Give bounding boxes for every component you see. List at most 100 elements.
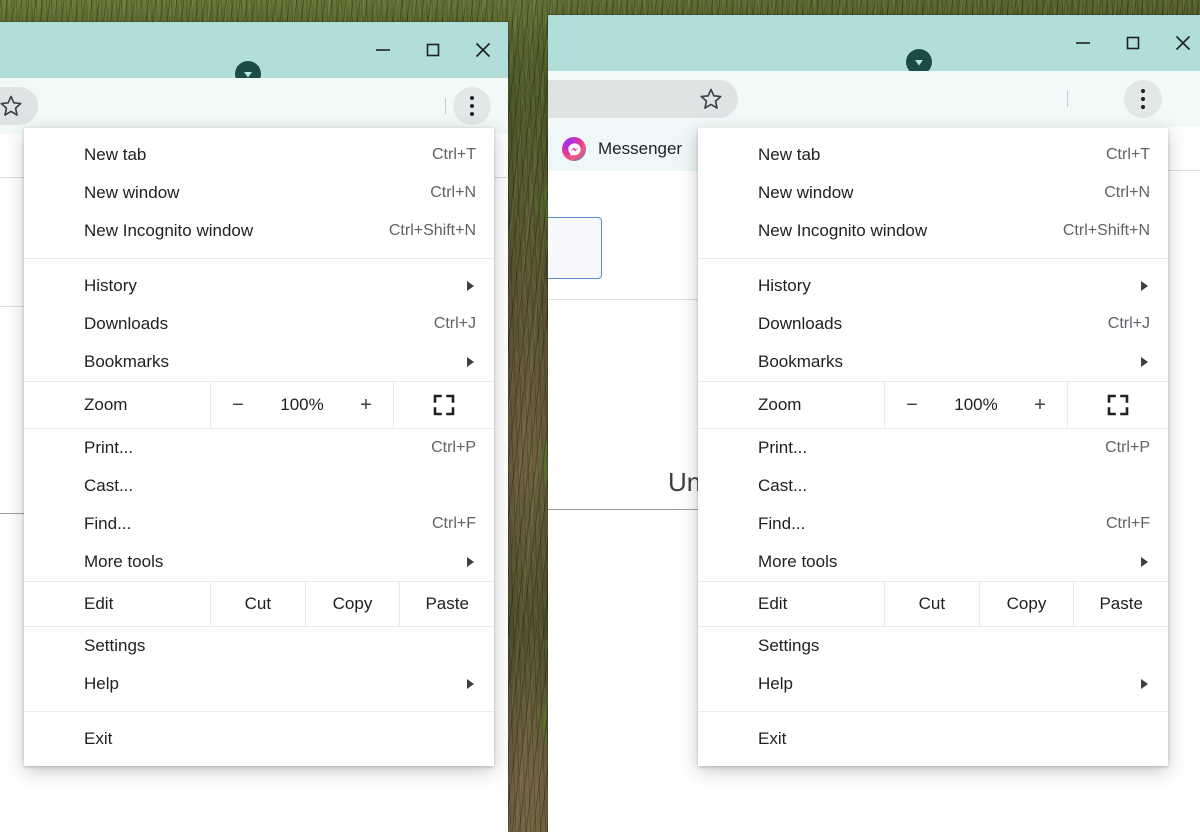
- menu-item-settings[interactable]: Settings: [698, 627, 1168, 665]
- menu-item-shortcut: Ctrl+Shift+N: [1063, 222, 1150, 240]
- close-icon[interactable]: [1158, 15, 1200, 71]
- menu-item-shortcut: Ctrl+J: [434, 315, 476, 333]
- cut-button[interactable]: Cut: [210, 582, 305, 626]
- address-bar-right[interactable]: [548, 80, 738, 118]
- menu-item-label: Bookmarks: [758, 352, 1141, 372]
- page-heading-right: Un: [668, 467, 701, 498]
- menu-item-print[interactable]: Print... Ctrl+P: [698, 429, 1168, 467]
- zoom-row[interactable]: Zoom − 100% +: [698, 381, 1168, 429]
- zoom-label: Zoom: [24, 382, 210, 428]
- toolbar-divider: [1067, 91, 1068, 107]
- menu-item-downloads[interactable]: Downloads Ctrl+J: [698, 305, 1168, 343]
- menu-item-label: Help: [758, 674, 1141, 694]
- menu-item-shortcut: Ctrl+N: [430, 184, 476, 202]
- minimize-icon[interactable]: [358, 22, 408, 78]
- fullscreen-icon[interactable]: [394, 382, 494, 428]
- menu-item-help[interactable]: Help: [698, 665, 1168, 703]
- menu-item-find[interactable]: Find... Ctrl+F: [24, 505, 494, 543]
- copy-button[interactable]: Copy: [979, 582, 1074, 626]
- site-tile-right[interactable]: [548, 217, 602, 279]
- menu-item-new-tab[interactable]: New tab Ctrl+T: [24, 136, 494, 174]
- menu-item-shortcut: Ctrl+T: [1106, 146, 1150, 164]
- messenger-icon: [562, 137, 586, 161]
- paste-button[interactable]: Paste: [399, 582, 494, 626]
- menu-item-more-tools[interactable]: More tools: [24, 543, 494, 581]
- address-bar-left[interactable]: [0, 87, 38, 125]
- tab-item-right[interactable]: Messenger: [548, 127, 700, 171]
- menu-item-bookmarks[interactable]: Bookmarks: [698, 343, 1168, 381]
- zoom-in-button[interactable]: +: [355, 395, 377, 415]
- zoom-out-button[interactable]: −: [227, 395, 249, 415]
- star-icon[interactable]: [698, 86, 724, 112]
- title-bar-right[interactable]: [548, 15, 1200, 71]
- menu-item-label: New window: [758, 183, 1104, 203]
- three-dot-menu-icon[interactable]: [453, 87, 491, 125]
- chevron-right-icon: [1141, 557, 1148, 567]
- menu-item-shortcut: Ctrl+N: [1104, 184, 1150, 202]
- menu-item-help[interactable]: Help: [24, 665, 494, 703]
- menu-item-cast[interactable]: Cast...: [698, 467, 1168, 505]
- menu-item-history[interactable]: History: [698, 267, 1168, 305]
- menu-item-new-incognito-window[interactable]: New Incognito window Ctrl+Shift+N: [698, 212, 1168, 250]
- zoom-out-button[interactable]: −: [901, 395, 923, 415]
- three-dot-menu-icon[interactable]: [1124, 80, 1162, 118]
- chevron-right-icon: [1141, 679, 1148, 689]
- zoom-label: Zoom: [698, 382, 884, 428]
- copy-button[interactable]: Copy: [305, 582, 400, 626]
- chevron-right-icon: [467, 557, 474, 567]
- menu-item-more-tools[interactable]: More tools: [698, 543, 1168, 581]
- chrome-menu-left[interactable]: New tab Ctrl+T New window Ctrl+N New Inc…: [24, 128, 494, 766]
- menu-item-label: Print...: [758, 438, 1105, 458]
- window-controls-left[interactable]: [358, 22, 508, 78]
- menu-item-label: Exit: [758, 729, 1150, 749]
- cut-button[interactable]: Cut: [884, 582, 979, 626]
- menu-item-downloads[interactable]: Downloads Ctrl+J: [24, 305, 494, 343]
- maximize-icon[interactable]: [408, 22, 458, 78]
- menu-item-label: New Incognito window: [84, 221, 389, 241]
- minimize-icon[interactable]: [1058, 15, 1108, 71]
- toolbar-left[interactable]: [0, 78, 508, 134]
- menu-item-shortcut: Ctrl+Shift+N: [389, 222, 476, 240]
- menu-item-label: Exit: [84, 729, 476, 749]
- menu-item-settings[interactable]: Settings: [24, 627, 494, 665]
- maximize-icon[interactable]: [1108, 15, 1158, 71]
- fullscreen-icon[interactable]: [1068, 382, 1168, 428]
- menu-item-label: Settings: [758, 636, 1150, 656]
- menu-item-shortcut: Ctrl+P: [1105, 439, 1150, 457]
- toolbar-right[interactable]: [548, 71, 1200, 127]
- menu-item-label: Find...: [84, 514, 432, 534]
- menu-item-label: History: [758, 276, 1141, 296]
- menu-item-new-window[interactable]: New window Ctrl+N: [24, 174, 494, 212]
- menu-item-new-window[interactable]: New window Ctrl+N: [698, 174, 1168, 212]
- window-controls-right[interactable]: [1058, 15, 1200, 71]
- menu-item-print[interactable]: Print... Ctrl+P: [24, 429, 494, 467]
- zoom-controls[interactable]: − 100% +: [884, 382, 1068, 428]
- menu-item-label: Find...: [758, 514, 1106, 534]
- menu-item-exit[interactable]: Exit: [698, 720, 1168, 758]
- menu-separator: [698, 258, 1168, 259]
- edit-row[interactable]: Edit Cut Copy Paste: [698, 581, 1168, 627]
- chrome-menu-right[interactable]: New tab Ctrl+T New window Ctrl+N New Inc…: [698, 128, 1168, 766]
- zoom-level-value: 100%: [949, 395, 1003, 415]
- menu-separator: [24, 711, 494, 712]
- menu-item-bookmarks[interactable]: Bookmarks: [24, 343, 494, 381]
- menu-item-cast[interactable]: Cast...: [24, 467, 494, 505]
- menu-separator: [24, 258, 494, 259]
- chevron-right-icon: [1141, 357, 1148, 367]
- menu-item-history[interactable]: History: [24, 267, 494, 305]
- edit-row[interactable]: Edit Cut Copy Paste: [24, 581, 494, 627]
- star-icon[interactable]: [0, 93, 24, 119]
- zoom-row[interactable]: Zoom − 100% +: [24, 381, 494, 429]
- paste-button[interactable]: Paste: [1073, 582, 1168, 626]
- zoom-in-button[interactable]: +: [1029, 395, 1051, 415]
- menu-item-exit[interactable]: Exit: [24, 720, 494, 758]
- menu-separator: [698, 711, 1168, 712]
- zoom-controls[interactable]: − 100% +: [210, 382, 394, 428]
- menu-item-label: Bookmarks: [84, 352, 467, 372]
- menu-item-label: New tab: [84, 145, 432, 165]
- close-icon[interactable]: [458, 22, 508, 78]
- menu-item-new-incognito-window[interactable]: New Incognito window Ctrl+Shift+N: [24, 212, 494, 250]
- menu-item-find[interactable]: Find... Ctrl+F: [698, 505, 1168, 543]
- menu-item-new-tab[interactable]: New tab Ctrl+T: [698, 136, 1168, 174]
- title-bar-left[interactable]: [0, 22, 508, 78]
